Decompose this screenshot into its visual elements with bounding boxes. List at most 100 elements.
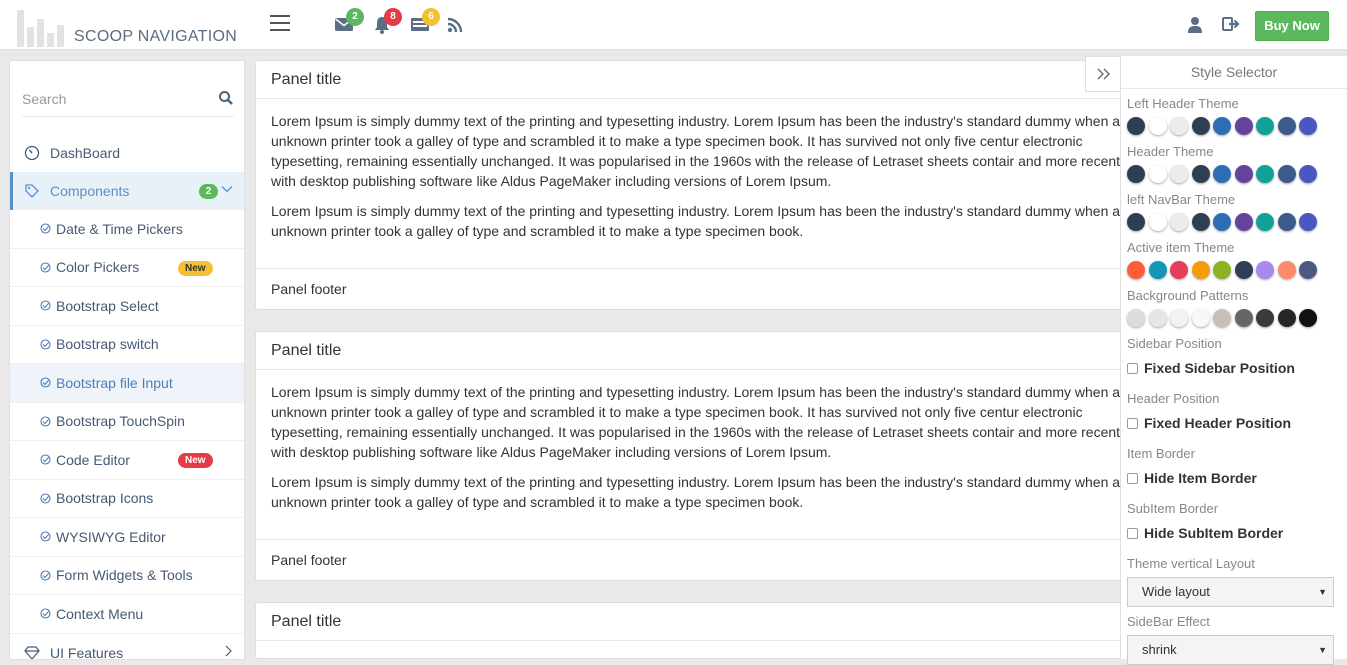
color-swatch[interactable]	[1191, 261, 1210, 279]
color-swatch[interactable]	[1234, 213, 1253, 231]
sidebar-effect-label: SideBar Effect	[1127, 614, 1210, 629]
color-swatch[interactable]	[1213, 165, 1231, 183]
sub-item-bootstrap-select[interactable]: Bootstrap Select	[10, 287, 244, 326]
color-swatch[interactable]	[1170, 165, 1188, 183]
sub-item-form-widgets-tools[interactable]: Form Widgets & Tools	[10, 557, 244, 595]
sub-item-bootstrap-touchspin[interactable]: Bootstrap TouchSpin	[10, 403, 244, 441]
color-swatch[interactable]	[1299, 261, 1317, 279]
color-swatch[interactable]	[1277, 213, 1296, 231]
notifications-button[interactable]: 8	[372, 8, 402, 37]
color-swatch[interactable]	[1191, 117, 1210, 135]
color-swatch[interactable]	[1213, 213, 1231, 231]
tasks-button[interactable]: 6	[410, 8, 440, 37]
color-swatch[interactable]	[1213, 309, 1231, 327]
new-badge: New	[178, 260, 213, 276]
left-header-theme-swatches	[1127, 117, 1317, 135]
color-swatch[interactable]	[1148, 309, 1167, 327]
panel-title: Panel title	[256, 603, 1154, 641]
panel-body: Lorem Ipsum is simply dummy text of the …	[256, 370, 1154, 512]
color-swatch[interactable]	[1127, 213, 1145, 231]
user-profile-button[interactable]	[1187, 16, 1205, 34]
color-swatch[interactable]	[1256, 165, 1274, 183]
color-swatch[interactable]	[1256, 309, 1274, 327]
panel-paragraph: Lorem Ipsum is simply dummy text of the …	[271, 113, 1131, 189]
color-swatch[interactable]	[1277, 309, 1296, 327]
active-item-theme-label: Active item Theme	[1127, 240, 1235, 255]
rss-icon	[447, 17, 463, 33]
color-swatch[interactable]	[1299, 117, 1317, 135]
sub-item-label: WYSIWYG Editor	[56, 528, 166, 545]
color-swatch[interactable]	[1234, 165, 1253, 183]
color-swatch[interactable]	[1299, 165, 1317, 183]
left-navbar-theme-label: left NavBar Theme	[1127, 192, 1236, 207]
color-swatch[interactable]	[1277, 117, 1296, 135]
color-swatch[interactable]	[1148, 213, 1167, 231]
sub-item-label: Code Editor	[56, 451, 130, 468]
panel-paragraph: Lorem Ipsum is simply dummy text of the …	[271, 384, 1131, 460]
sidebar-item-components[interactable]: Components 2	[10, 172, 244, 210]
color-swatch[interactable]	[1191, 165, 1210, 183]
color-swatch[interactable]	[1234, 309, 1253, 327]
hamburger-menu-icon[interactable]	[270, 15, 290, 31]
sub-item-label: Context Menu	[56, 605, 144, 622]
sub-item-context-menu[interactable]: Context Menu	[10, 595, 244, 634]
color-swatch[interactable]	[1127, 117, 1145, 135]
color-swatch[interactable]	[1213, 261, 1231, 279]
layout-select[interactable]: Wide layout ▼	[1127, 577, 1334, 607]
sub-item-wysiwyg-editor[interactable]: WYSIWYG Editor	[10, 518, 244, 557]
check-circle-icon	[40, 493, 51, 504]
rss-button[interactable]	[447, 17, 469, 39]
color-swatch[interactable]	[1256, 213, 1274, 231]
color-swatch[interactable]	[1127, 309, 1145, 327]
color-swatch[interactable]	[1256, 117, 1274, 135]
color-swatch[interactable]	[1191, 213, 1210, 231]
color-swatch[interactable]	[1170, 213, 1188, 231]
color-swatch[interactable]	[1170, 261, 1188, 279]
search-icon[interactable]	[218, 90, 234, 106]
hide-subitem-border-option[interactable]: Hide SubItem Border	[1127, 525, 1283, 541]
sidebar-item-ui-features[interactable]: UI Features	[10, 634, 244, 659]
buy-now-button[interactable]: Buy Now	[1255, 11, 1329, 41]
color-swatch[interactable]	[1148, 261, 1167, 279]
sidebar-effect-select[interactable]: shrink ▼	[1127, 635, 1334, 665]
fixed-header-checkbox[interactable]	[1127, 417, 1138, 429]
color-swatch[interactable]	[1213, 117, 1231, 135]
color-swatch[interactable]	[1234, 117, 1253, 135]
brand[interactable]: SCOOP NAVIGATION	[17, 9, 237, 47]
style-selector-title: Style Selector	[1121, 56, 1347, 89]
fixed-header-option[interactable]: Fixed Header Position	[1127, 415, 1291, 431]
color-swatch[interactable]	[1256, 261, 1274, 279]
color-swatch[interactable]	[1127, 165, 1145, 183]
hide-item-border-option[interactable]: Hide Item Border	[1127, 470, 1257, 486]
sub-item-color-pickers[interactable]: Color Pickers New	[10, 249, 244, 287]
search-input[interactable]	[22, 85, 202, 113]
sub-item-bootstrap-icons[interactable]: Bootstrap Icons	[10, 480, 244, 518]
panel-paragraph: Lorem Ipsum is simply dummy text of the …	[271, 474, 1128, 510]
sidebar-item-label: Components	[50, 183, 130, 199]
sub-item-bootstrap-file-input[interactable]: Bootstrap file Input	[10, 364, 244, 403]
sidebar-item-dashboard[interactable]: DashBoard	[10, 134, 244, 172]
left-header-theme-label: Left Header Theme	[1127, 96, 1239, 111]
color-swatch[interactable]	[1127, 261, 1145, 279]
hide-item-border-checkbox[interactable]	[1127, 472, 1138, 484]
fixed-sidebar-option[interactable]: Fixed Sidebar Position	[1127, 360, 1295, 376]
color-swatch[interactable]	[1277, 165, 1296, 183]
sub-item-code-editor[interactable]: Code Editor New	[10, 441, 244, 480]
logout-button[interactable]	[1222, 16, 1240, 34]
color-swatch[interactable]	[1277, 261, 1296, 279]
color-swatch[interactable]	[1234, 261, 1253, 279]
sub-item-date-time-pickers[interactable]: Date & Time Pickers	[10, 210, 244, 249]
color-swatch[interactable]	[1299, 213, 1317, 231]
color-swatch[interactable]	[1170, 309, 1188, 327]
color-swatch[interactable]	[1148, 165, 1167, 183]
color-swatch[interactable]	[1170, 117, 1188, 135]
color-swatch[interactable]	[1191, 309, 1210, 327]
mail-count-badge: 2	[346, 8, 364, 26]
color-swatch[interactable]	[1148, 117, 1167, 135]
mail-button[interactable]: 2	[334, 8, 364, 37]
style-selector-toggle[interactable]	[1085, 56, 1121, 92]
color-swatch[interactable]	[1299, 309, 1317, 327]
fixed-sidebar-checkbox[interactable]	[1127, 362, 1138, 374]
sub-item-bootstrap-switch[interactable]: Bootstrap switch	[10, 326, 244, 364]
hide-subitem-border-checkbox[interactable]	[1127, 527, 1138, 539]
